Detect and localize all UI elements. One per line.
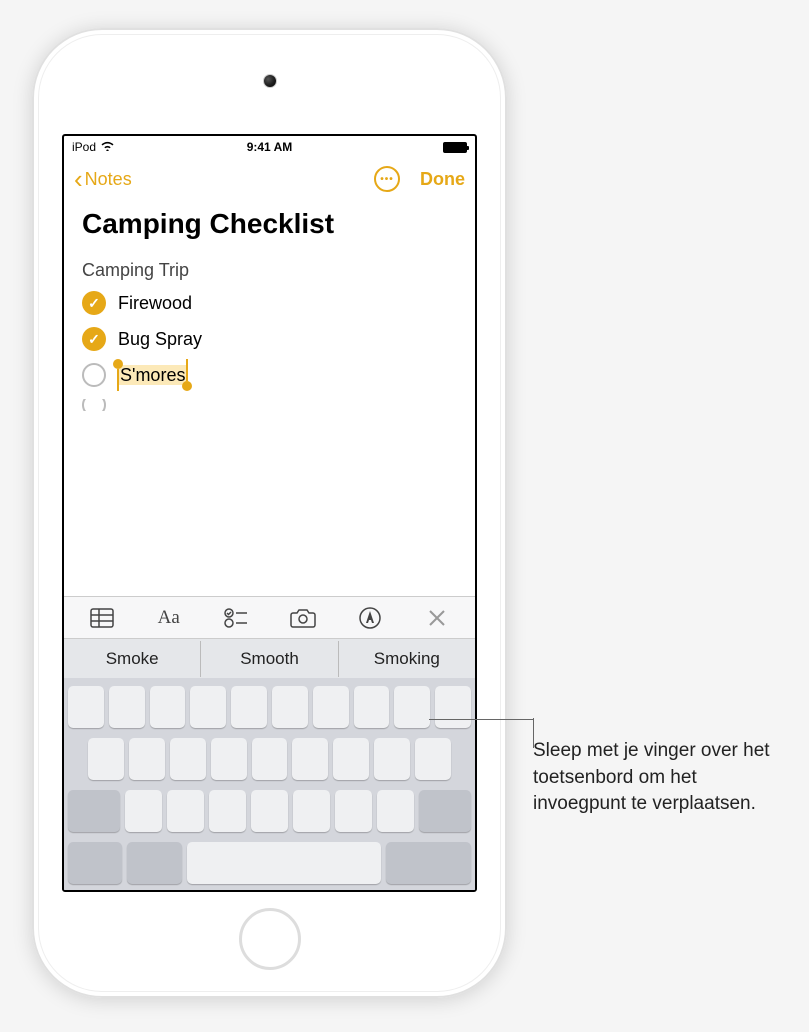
ipod-device-frame: iPod 9:41 AM ‹ Notes ••• Done — [32, 28, 507, 998]
close-toolbar-button[interactable] — [404, 597, 471, 638]
key[interactable] — [435, 686, 471, 728]
selected-text[interactable]: S'mores — [118, 365, 187, 385]
done-button[interactable]: Done — [420, 169, 465, 190]
markup-button[interactable] — [337, 597, 404, 638]
key[interactable] — [293, 790, 330, 832]
key[interactable] — [170, 738, 206, 780]
camera-button[interactable] — [270, 597, 337, 638]
checkbox-unchecked-icon[interactable] — [82, 399, 106, 411]
key[interactable] — [190, 686, 226, 728]
chevron-left-icon: ‹ — [74, 166, 83, 192]
key[interactable] — [394, 686, 430, 728]
key[interactable] — [209, 790, 246, 832]
key[interactable] — [88, 738, 124, 780]
checklist-button[interactable] — [202, 597, 269, 638]
battery-icon — [443, 142, 467, 153]
status-right — [443, 142, 467, 153]
front-camera — [263, 74, 277, 88]
key[interactable] — [125, 790, 162, 832]
checklist-item[interactable]: Bug Spray — [82, 327, 457, 351]
key[interactable] — [377, 790, 414, 832]
nav-right: ••• Done — [374, 166, 465, 192]
suggestions-bar: Smoke Smooth Smoking — [64, 638, 475, 678]
nav-bar: ‹ Notes ••• Done — [64, 158, 475, 200]
space-key[interactable] — [187, 842, 381, 884]
key-row — [68, 790, 471, 832]
key[interactable] — [292, 738, 328, 780]
key-row — [68, 686, 471, 728]
screen: iPod 9:41 AM ‹ Notes ••• Done — [62, 134, 477, 892]
note-title: Camping Checklist — [82, 208, 457, 240]
more-icon[interactable]: ••• — [374, 166, 400, 192]
key[interactable] — [415, 738, 451, 780]
keyboard-area: Aa Smoke Smooth — [64, 596, 475, 890]
callout-text: Sleep met je vinger over het toetsenbord… — [533, 738, 793, 818]
key[interactable] — [231, 686, 267, 728]
status-left: iPod — [72, 140, 115, 154]
note-content[interactable]: Camping Checklist Camping Trip Firewood … — [64, 200, 475, 419]
checklist-label: Bug Spray — [118, 329, 202, 350]
key[interactable] — [68, 686, 104, 728]
selection-handle-end[interactable] — [182, 381, 192, 391]
home-button[interactable] — [239, 908, 301, 970]
suggestion[interactable]: Smoke — [64, 641, 201, 677]
back-button[interactable]: ‹ Notes — [74, 166, 132, 192]
suggestion[interactable]: Smooth — [201, 641, 338, 677]
status-bar: iPod 9:41 AM — [64, 136, 475, 158]
text-format-button[interactable]: Aa — [135, 597, 202, 638]
key[interactable] — [251, 790, 288, 832]
shift-key[interactable] — [68, 790, 120, 832]
key[interactable] — [333, 738, 369, 780]
key[interactable] — [167, 790, 204, 832]
back-label: Notes — [85, 169, 132, 190]
delete-key[interactable] — [419, 790, 471, 832]
key-row — [68, 738, 471, 780]
table-button[interactable] — [68, 597, 135, 638]
checklist-label: S'mores — [118, 365, 187, 386]
return-key[interactable] — [386, 842, 471, 884]
key[interactable] — [150, 686, 186, 728]
key[interactable] — [129, 738, 165, 780]
checkbox-checked-icon[interactable] — [82, 327, 106, 351]
key[interactable] — [252, 738, 288, 780]
keyboard[interactable] — [64, 678, 475, 890]
checklist-item[interactable]: S'mores — [82, 363, 457, 387]
device-inner: iPod 9:41 AM ‹ Notes ••• Done — [38, 34, 501, 992]
device-label: iPod — [72, 140, 96, 154]
checkbox-checked-icon[interactable] — [82, 291, 106, 315]
selection-handle-start[interactable] — [113, 359, 123, 369]
key[interactable] — [354, 686, 390, 728]
key[interactable] — [211, 738, 247, 780]
checkbox-unchecked-icon[interactable] — [82, 363, 106, 387]
callout-line — [429, 719, 533, 720]
key[interactable] — [109, 686, 145, 728]
format-toolbar: Aa — [64, 596, 475, 638]
emoji-key[interactable] — [127, 842, 181, 884]
key-row — [68, 842, 471, 884]
status-time: 9:41 AM — [247, 140, 293, 154]
checklist-label: Firewood — [118, 293, 192, 314]
wifi-icon — [100, 140, 115, 154]
checklist-item[interactable] — [82, 399, 457, 411]
key[interactable] — [335, 790, 372, 832]
key[interactable] — [272, 686, 308, 728]
key[interactable] — [374, 738, 410, 780]
numbers-key[interactable] — [68, 842, 122, 884]
suggestion[interactable]: Smoking — [339, 641, 475, 677]
key[interactable] — [313, 686, 349, 728]
section-header: Camping Trip — [82, 260, 457, 281]
checklist-item[interactable]: Firewood — [82, 291, 457, 315]
